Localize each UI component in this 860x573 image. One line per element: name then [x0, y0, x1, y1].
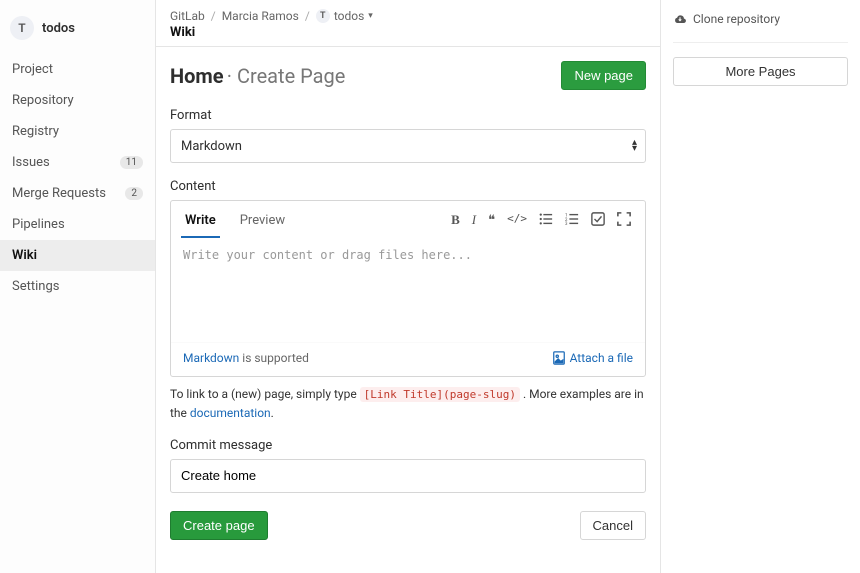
- sidebar-item-label: Issues: [12, 155, 50, 170]
- sidebar-item-pipelines[interactable]: Pipelines: [0, 209, 155, 240]
- chevron-down-icon: ▾: [368, 11, 373, 21]
- markdown-supported-text: Markdown is supported: [183, 351, 309, 368]
- tab-preview[interactable]: Preview: [236, 207, 289, 238]
- breadcrumb-sep-icon: /: [305, 9, 310, 23]
- link-help-text: To link to a (new) page, simply type [Li…: [170, 385, 646, 422]
- sidebar-item-issues[interactable]: Issues 11: [0, 147, 155, 178]
- breadcrumb-project[interactable]: T todos ▾: [316, 9, 373, 23]
- breadcrumb: GitLab / Marcia Ramos / T todos ▾: [170, 9, 646, 23]
- divider: [673, 42, 848, 43]
- sidebar-item-settings[interactable]: Settings: [0, 271, 155, 302]
- format-label: Format: [170, 108, 646, 123]
- svg-text:3: 3: [565, 222, 568, 226]
- sidebar-item-repository[interactable]: Repository: [0, 85, 155, 116]
- commit-label: Commit message: [170, 438, 646, 453]
- page-title: Home: [170, 64, 224, 88]
- project-name: todos: [42, 21, 75, 36]
- breadcrumb-sep-icon: /: [211, 9, 216, 23]
- task-list-icon[interactable]: [591, 212, 605, 228]
- breadcrumb-root[interactable]: GitLab: [170, 9, 205, 23]
- bold-icon[interactable]: B: [451, 212, 460, 228]
- project-header[interactable]: T todos: [0, 10, 155, 54]
- topbar: GitLab / Marcia Ramos / T todos ▾ Wiki: [156, 0, 660, 47]
- section-title: Wiki: [170, 25, 646, 40]
- documentation-link[interactable]: documentation: [190, 406, 271, 420]
- cancel-button[interactable]: Cancel: [580, 511, 646, 540]
- sidebar-item-label: Registry: [12, 124, 59, 139]
- breadcrumb-project-name: todos: [334, 9, 364, 23]
- format-value: Markdown: [181, 139, 242, 154]
- commit-message-input[interactable]: [170, 459, 646, 493]
- sidebar-item-project[interactable]: Project: [0, 54, 155, 85]
- project-avatar: T: [10, 16, 34, 40]
- content-editor: Write Preview B I ❝ </> 123: [170, 200, 646, 377]
- create-page-button[interactable]: Create page: [170, 511, 268, 540]
- clone-repository-link[interactable]: Clone repository: [673, 12, 848, 26]
- select-arrows-icon: ▴▾: [632, 140, 637, 152]
- tab-write[interactable]: Write: [181, 207, 220, 238]
- sidebar-item-badge: 11: [120, 156, 143, 169]
- markdown-help-link[interactable]: Markdown: [183, 351, 239, 365]
- editor-toolbar: B I ❝ </> 123: [451, 212, 635, 234]
- main-content: GitLab / Marcia Ramos / T todos ▾ Wiki H…: [156, 0, 660, 573]
- sidebar-item-label: Pipelines: [12, 217, 65, 232]
- page-subtitle: · Create Page: [227, 64, 346, 88]
- attach-file-link[interactable]: Attach a file: [552, 351, 633, 365]
- sidebar-item-label: Settings: [12, 279, 59, 294]
- bullet-list-icon[interactable]: [539, 212, 553, 228]
- code-example: [Link Title](page-slug): [360, 387, 520, 402]
- code-icon[interactable]: </>: [507, 212, 527, 228]
- new-page-button[interactable]: New page: [561, 61, 646, 90]
- sidebar-nav: Project Repository Registry Issues 11 Merge R…: [0, 54, 155, 302]
- sidebar-item-badge: 2: [125, 187, 143, 200]
- numbered-list-icon[interactable]: 123: [565, 212, 579, 228]
- content-label: Content: [170, 179, 646, 194]
- italic-icon[interactable]: I: [472, 212, 476, 228]
- format-select[interactable]: Markdown ▴▾: [170, 129, 646, 163]
- page-heading: Home · Create Page: [170, 64, 345, 88]
- sidebar-item-merge-requests[interactable]: Merge Requests 2: [0, 178, 155, 209]
- quote-icon[interactable]: ❝: [488, 212, 495, 228]
- content-area: Home · Create Page New page Format Markd…: [156, 47, 660, 573]
- sidebar-item-registry[interactable]: Registry: [0, 116, 155, 147]
- content-textarea[interactable]: [171, 238, 645, 338]
- sidebar-item-label: Wiki: [12, 248, 37, 263]
- breadcrumb-user[interactable]: Marcia Ramos: [222, 9, 299, 23]
- sidebar-item-label: Project: [12, 62, 53, 77]
- more-pages-button[interactable]: More Pages: [673, 57, 848, 86]
- attach-file-icon: [552, 351, 566, 365]
- sidebar-item-label: Repository: [12, 93, 74, 108]
- right-sidebar: Clone repository More Pages: [660, 0, 860, 573]
- sidebar-item-label: Merge Requests: [12, 186, 106, 201]
- sidebar: T todos Project Repository Registry Issues 1…: [0, 0, 156, 573]
- project-avatar-small: T: [316, 9, 330, 23]
- sidebar-item-wiki[interactable]: Wiki: [0, 240, 155, 271]
- cloud-download-icon: [673, 12, 687, 26]
- fullscreen-icon[interactable]: [617, 212, 631, 228]
